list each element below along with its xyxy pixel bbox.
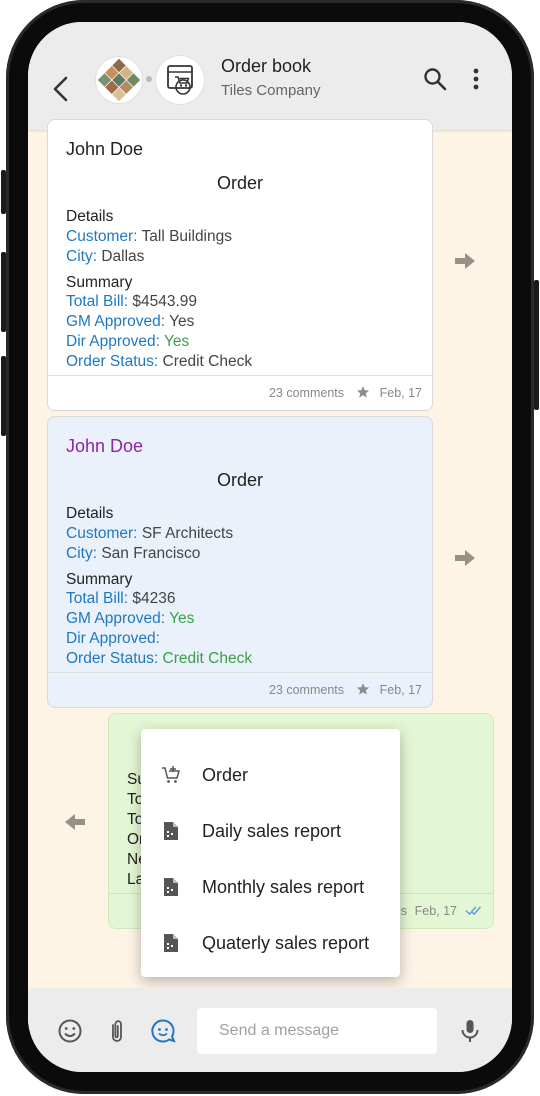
customer-line: Customer: SF Architects <box>66 525 233 543</box>
message-date: Feb, 17 <box>414 904 457 918</box>
store-cart-icon <box>167 65 193 95</box>
side-button <box>1 170 6 214</box>
customer-label: Customer: <box>66 228 138 245</box>
author-name: John Doe <box>66 139 144 159</box>
tiles-logo-icon <box>97 58 141 102</box>
summary-heading: Summary <box>66 274 133 291</box>
dir-value: Yes <box>163 333 190 350</box>
message-date: Feb, 17 <box>379 683 422 697</box>
forward-arrow-icon[interactable] <box>455 253 475 269</box>
gm-value: Yes <box>169 610 195 627</box>
gm-label: GM Approved: <box>66 313 166 330</box>
dir-label: Dir Approved: <box>66 630 160 647</box>
comments-count-partial: s <box>400 904 407 918</box>
author-name: John Doe <box>66 436 144 456</box>
double-check-icon <box>465 906 481 916</box>
document-icon <box>164 934 178 952</box>
city-label: City: <box>66 545 97 562</box>
total-label: Total Bill: <box>66 293 129 310</box>
star-icon[interactable] <box>356 682 370 696</box>
comments-count[interactable]: 23 comments <box>269 683 344 697</box>
status-line: Order Status: Credit Check <box>66 650 252 668</box>
gm-value: Yes <box>169 313 195 330</box>
dir-line: Dir Approved: <box>66 630 160 648</box>
card-footer: 23 comments Feb, 17 <box>48 375 432 410</box>
status-label: Order Status: <box>66 353 159 370</box>
emoji-icon[interactable] <box>57 1018 83 1044</box>
chat-title: Order book <box>221 56 312 76</box>
total-line: Total Bill: $4236 <box>66 590 175 608</box>
city-value: San Francisco <box>101 545 201 562</box>
city-line: City: Dallas <box>66 248 144 266</box>
back-arrow-icon[interactable] <box>50 74 72 104</box>
customer-label: Customer: <box>66 525 138 542</box>
document-icon <box>164 822 178 840</box>
company-logo-avatar[interactable] <box>96 57 142 103</box>
attachment-menu: Order Daily sales report Monthly sales r… <box>141 729 400 977</box>
more-vert-icon[interactable] <box>468 66 484 92</box>
status-bar <box>28 22 512 34</box>
document-icon <box>164 878 178 896</box>
avatar-separator-dot <box>146 76 152 82</box>
menu-item-label: Order <box>202 765 249 785</box>
menu-item-monthly-sales-report[interactable]: Monthly sales report <box>141 859 400 915</box>
dir-line: Dir Approved: Yes <box>66 333 189 351</box>
message-date: Feb, 17 <box>379 386 422 400</box>
dir-label: Dir Approved: <box>66 333 160 350</box>
gm-label: GM Approved: <box>66 610 166 627</box>
message-input[interactable] <box>197 1008 429 1054</box>
city-line: City: San Francisco <box>66 545 200 563</box>
total-value: $4236 <box>132 590 176 607</box>
screen: Order book Tiles Company John Doe Order … <box>28 22 512 1072</box>
details-heading: Details <box>66 208 114 225</box>
gm-line: GM Approved: Yes <box>66 313 194 331</box>
forward-arrow-icon[interactable] <box>455 550 475 566</box>
order-card[interactable]: John Doe Order Details Customer: SF Arch… <box>47 416 433 708</box>
comments-count[interactable]: 23 comments <box>269 386 344 400</box>
side-button <box>1 356 6 436</box>
side-button <box>534 280 539 410</box>
chat-subtitle: Tiles Company <box>221 82 321 99</box>
search-icon[interactable] <box>422 66 448 92</box>
star-icon[interactable] <box>356 385 370 399</box>
cart-plus-icon <box>162 766 180 783</box>
menu-item-label: Quaterly sales report <box>202 933 370 953</box>
card-type: Order <box>216 173 263 193</box>
summary-heading: Summary <box>66 571 133 588</box>
total-line: Total Bill: $4543.99 <box>66 293 197 311</box>
side-button <box>1 252 6 332</box>
details-heading: Details <box>66 505 114 522</box>
city-value: Dallas <box>101 248 145 265</box>
status-label: Order Status: <box>66 650 159 667</box>
menu-item-quarterly-sales-report[interactable]: Quaterly sales report <box>141 915 400 971</box>
card-type: Order <box>216 470 263 490</box>
microphone-icon[interactable] <box>457 1018 483 1044</box>
gm-line: GM Approved: Yes <box>66 610 194 628</box>
menu-item-label: Daily sales report <box>202 821 342 841</box>
customer-value: SF Architects <box>141 525 234 542</box>
menu-item-order[interactable]: Order <box>141 747 400 803</box>
city-label: City: <box>66 248 97 265</box>
bot-chat-icon[interactable] <box>150 1018 176 1044</box>
attach-icon[interactable] <box>104 1018 130 1044</box>
status-value: Credit Check <box>162 650 253 667</box>
total-label: Total Bill: <box>66 590 129 607</box>
composer-bar <box>28 988 512 1072</box>
card-footer: 23 comments Feb, 17 <box>48 672 432 707</box>
status-value: Credit Check <box>162 353 253 370</box>
message-input-wrapper <box>197 1008 437 1054</box>
app-bar: Order book Tiles Company <box>28 34 512 130</box>
customer-line: Customer: Tall Buildings <box>66 228 232 246</box>
order-card[interactable]: John Doe Order Details Customer: Tall Bu… <box>47 119 433 411</box>
customer-value: Tall Buildings <box>141 228 232 245</box>
status-line: Order Status: Credit Check <box>66 353 252 371</box>
store-avatar[interactable] <box>156 56 204 104</box>
menu-item-daily-sales-report[interactable]: Daily sales report <box>141 803 400 859</box>
menu-item-label: Monthly sales report <box>202 877 365 897</box>
reply-arrow-icon[interactable] <box>65 814 85 830</box>
total-value: $4543.99 <box>132 293 197 310</box>
